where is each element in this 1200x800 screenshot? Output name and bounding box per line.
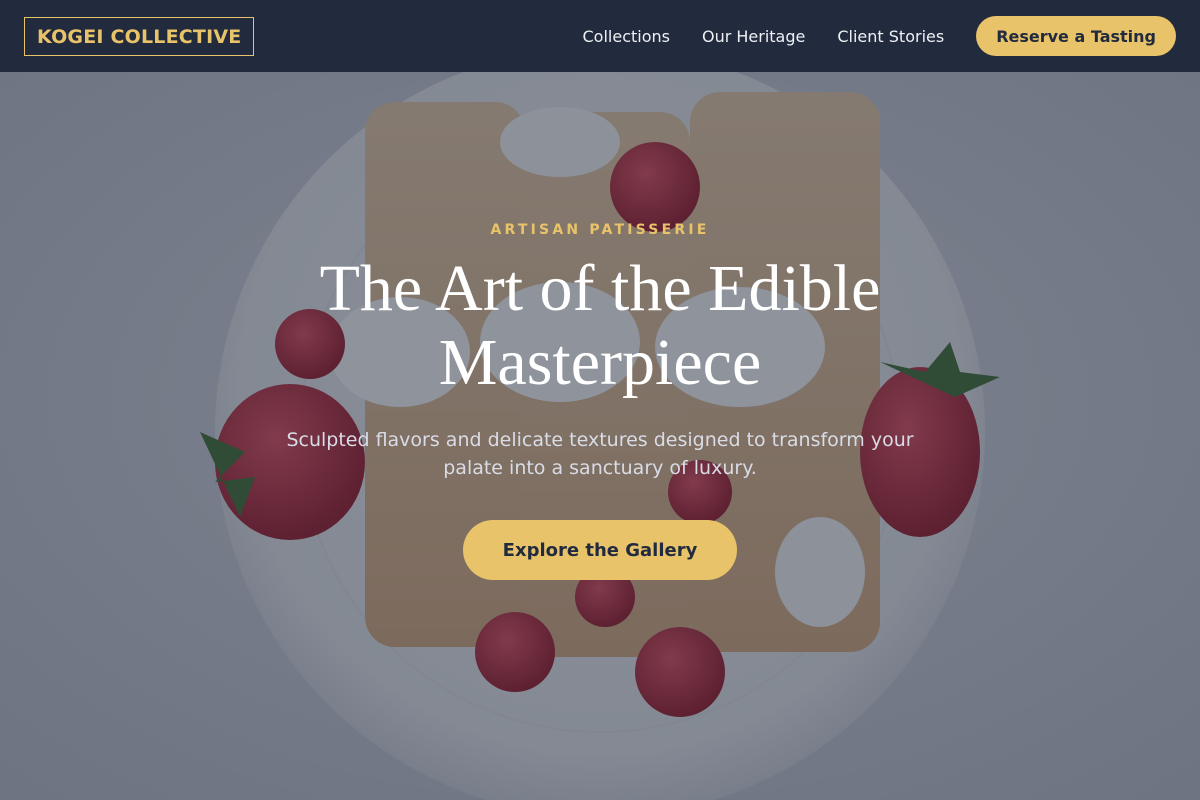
- site-header: KOGEI COLLECTIVE Collections Our Heritag…: [0, 0, 1200, 72]
- hero-subhead: Sculpted flavors and delicate textures d…: [286, 429, 914, 479]
- nav-link-client-stories[interactable]: Client Stories: [837, 27, 944, 46]
- main-nav: Collections Our Heritage Client Stories …: [583, 16, 1176, 56]
- hero-content: ARTISAN PATISSERIE The Art of the Edible…: [0, 72, 1200, 800]
- logo[interactable]: KOGEI COLLECTIVE: [24, 16, 255, 56]
- explore-gallery-button[interactable]: Explore the Gallery: [463, 520, 737, 580]
- nav-link-our-heritage[interactable]: Our Heritage: [702, 27, 805, 46]
- hero-eyebrow: ARTISAN PATISSERIE: [490, 222, 710, 238]
- hero-headline: The Art of the Edible Masterpiece: [319, 252, 881, 399]
- reserve-tasting-button[interactable]: Reserve a Tasting: [976, 16, 1176, 56]
- hero-section: ARTISAN PATISSERIE The Art of the Edible…: [0, 72, 1200, 800]
- nav-link-collections[interactable]: Collections: [583, 27, 670, 46]
